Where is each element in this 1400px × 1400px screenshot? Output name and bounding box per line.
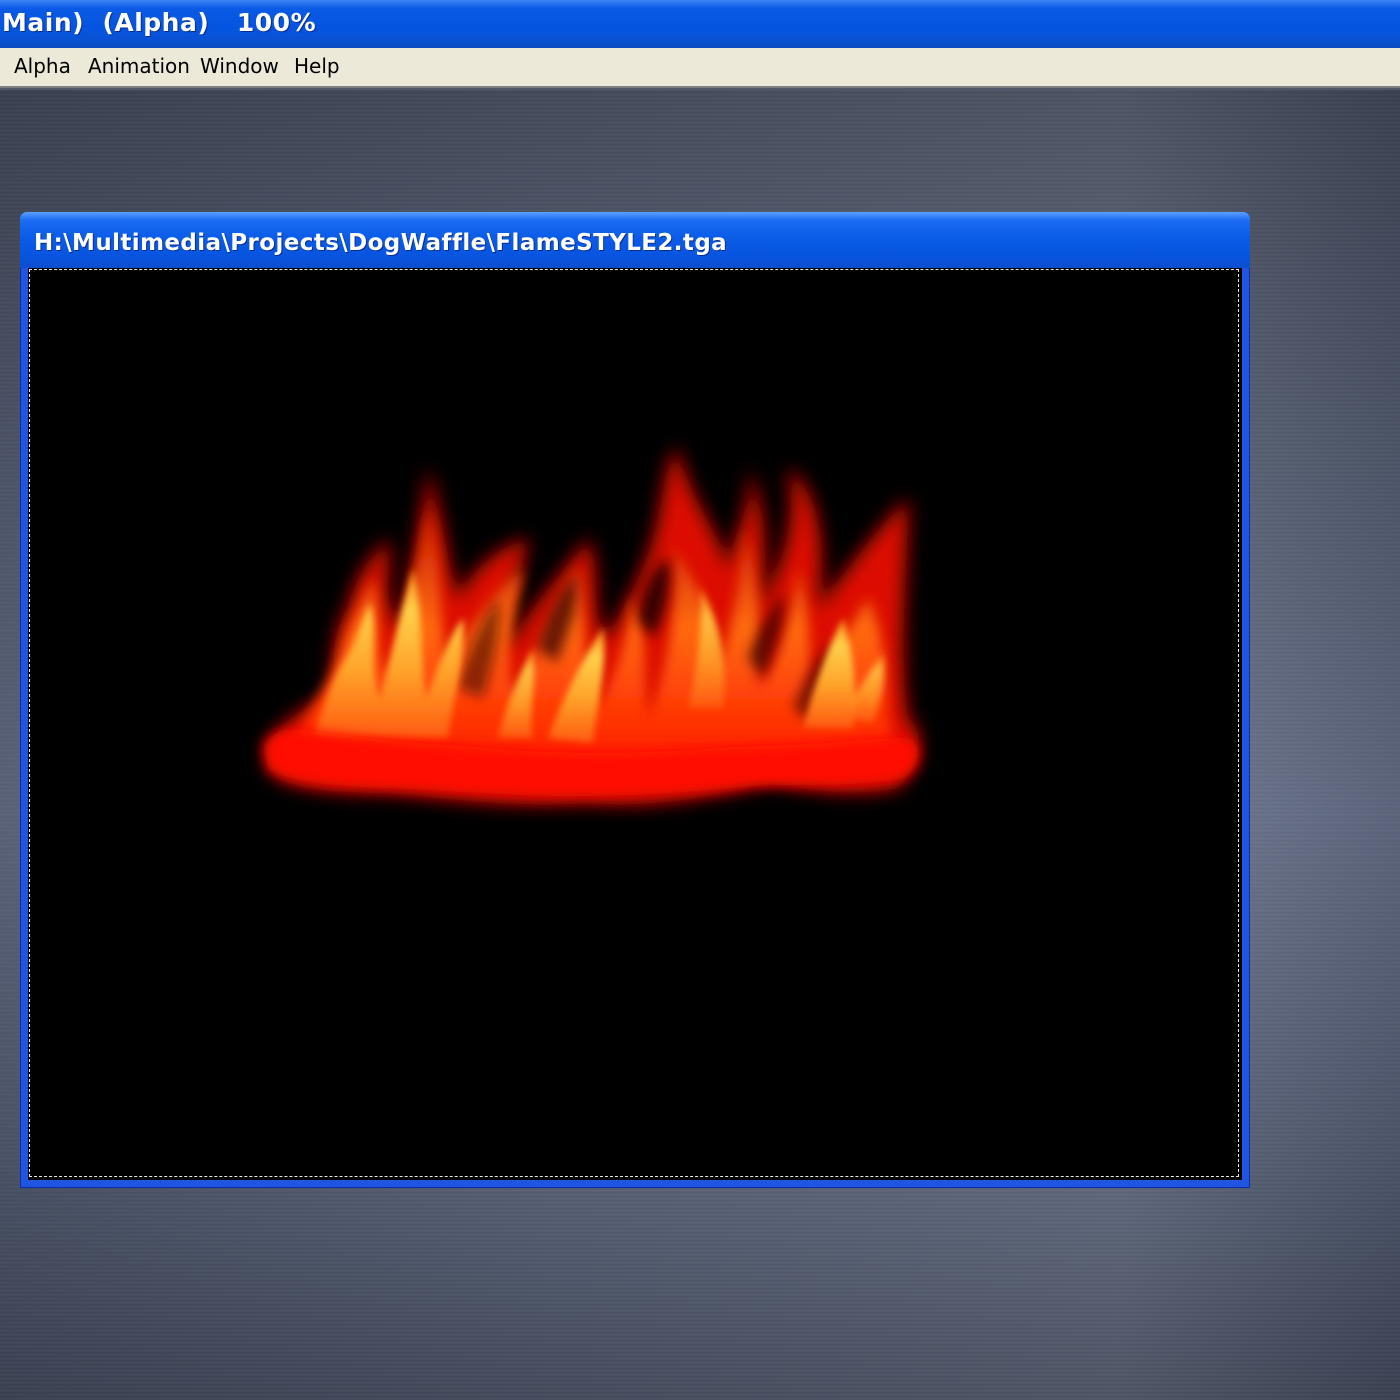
main-window-title: Main) (Alpha) 100%: [2, 8, 317, 37]
document-title: H:\Multimedia\Projects\DogWaffle\FlameST…: [34, 230, 728, 256]
menu-window[interactable]: Window: [196, 54, 283, 78]
document-titlebar[interactable]: H:\Multimedia\Projects\DogWaffle\FlameST…: [20, 212, 1250, 268]
menu-animation[interactable]: Animation: [84, 54, 194, 78]
document-window[interactable]: H:\Multimedia\Projects\DogWaffle\FlameST…: [20, 212, 1250, 1188]
menu-bar: Alpha Animation Window Help: [0, 48, 1400, 88]
image-canvas[interactable]: [28, 268, 1242, 1180]
menu-alpha[interactable]: Alpha: [10, 54, 75, 78]
menu-help[interactable]: Help: [290, 54, 344, 78]
paint-application: Main) (Alpha) 100% Alpha Animation Windo…: [0, 0, 1400, 1400]
flame-image: [263, 448, 919, 805]
main-titlebar[interactable]: Main) (Alpha) 100%: [0, 0, 1400, 48]
